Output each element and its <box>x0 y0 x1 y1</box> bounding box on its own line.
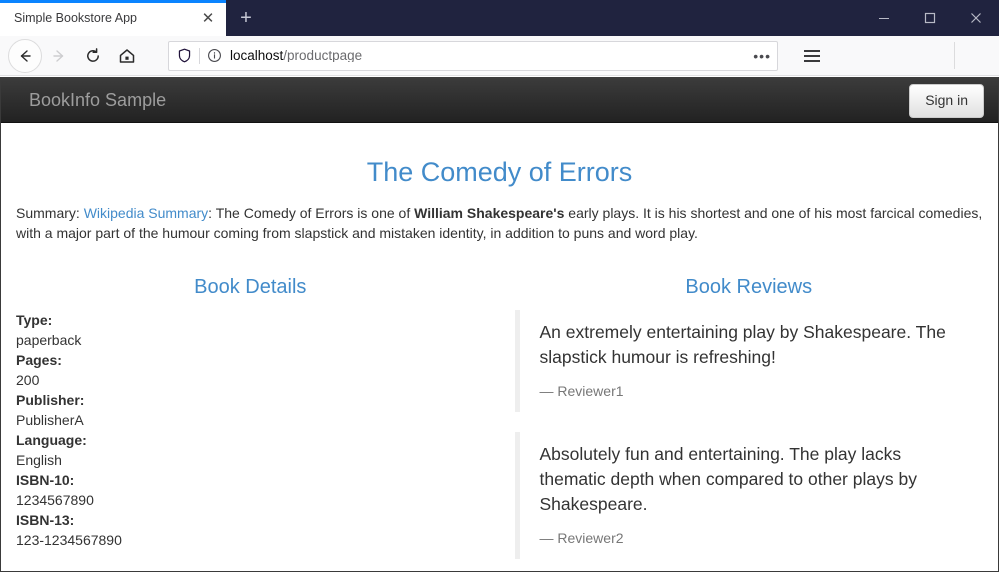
close-button[interactable] <box>953 0 999 36</box>
tab-close-icon[interactable]: ✕ <box>198 8 218 28</box>
detail-item-isbn13: ISBN-13: 123-1234567890 <box>16 510 485 550</box>
summary-after-link: : The Comedy of Errors is one of <box>208 204 415 221</box>
page-actions-button[interactable]: ••• <box>747 49 771 63</box>
detail-value: English <box>16 451 62 468</box>
minimize-button[interactable] <box>861 0 907 36</box>
close-icon <box>971 13 981 23</box>
hamburger-line <box>804 59 820 62</box>
book-reviews-column: Book Reviews An extremely entertaining p… <box>500 275 984 571</box>
back-arrow-icon <box>20 49 31 62</box>
detail-key: Pages: <box>16 351 62 368</box>
forward-arrow-icon <box>53 49 64 62</box>
detail-key: ISBN-10: <box>16 471 75 488</box>
summary-author-name: William Shakespeare's <box>414 204 565 221</box>
tab-title: Simple Bookstore App <box>14 11 137 25</box>
site-information-icon[interactable] <box>200 48 230 63</box>
site-navbar: BookInfo Sample Sign in <box>1 77 998 123</box>
application-menu-button[interactable] <box>794 39 830 73</box>
detail-item-language: Language: English <box>16 430 485 470</box>
review-author: — Reviewer1 <box>539 382 624 399</box>
review-author: — Reviewer2 <box>539 529 624 546</box>
review-text: An extremely entertaining play by Shakes… <box>539 321 946 367</box>
url-bar[interactable]: localhost/productpage ••• <box>168 40 778 71</box>
detail-value: 123-1234567890 <box>16 531 122 548</box>
detail-item-isbn10: ISBN-10: 1234567890 <box>16 470 485 510</box>
browser-titlebar: Simple Bookstore App ✕ + <box>0 0 999 36</box>
book-reviews-heading: Book Reviews <box>685 275 813 298</box>
book-details-list: Type: paperback Pages: 200 Publisher: Pu… <box>16 310 485 550</box>
window-controls <box>861 0 999 36</box>
wikipedia-summary-link[interactable]: Wikipedia Summary <box>84 205 208 221</box>
review-text: Absolutely fun and entertaining. The pla… <box>539 443 917 514</box>
tracking-protection-shield-icon[interactable] <box>177 48 199 63</box>
content-columns: Book Details Type: paperback Pages: 200 … <box>16 275 984 571</box>
page-content: The Comedy of Errors Summary: Wikipedia … <box>1 157 998 571</box>
tab-strip: Simple Bookstore App ✕ + <box>0 0 861 36</box>
book-details-column: Book Details Type: paperback Pages: 200 … <box>16 275 500 571</box>
detail-item-publisher: Publisher: PublisherA <box>16 390 485 430</box>
url-path: /productpage <box>283 48 363 63</box>
detail-item-pages: Pages: 200 <box>16 350 485 390</box>
detail-value: 200 <box>16 371 40 388</box>
page-viewport: BookInfo Sample Sign in The Comedy of Er… <box>0 77 999 572</box>
url-host: localhost <box>230 48 284 63</box>
detail-key: Publisher: <box>16 391 85 408</box>
review-item: Absolutely fun and entertaining. The pla… <box>514 431 984 559</box>
detail-value: PublisherA <box>16 411 84 428</box>
toolbar-divider <box>954 42 955 69</box>
detail-key: ISBN-13: <box>16 511 75 528</box>
review-item: An extremely entertaining play by Shakes… <box>514 309 984 412</box>
book-details-heading: Book Details <box>194 275 307 298</box>
maximize-icon <box>924 12 936 24</box>
detail-item-type: Type: paperback <box>16 310 485 350</box>
browser-window: Simple Bookstore App ✕ + localhost/produ… <box>0 0 999 572</box>
detail-key: Language: <box>16 431 87 448</box>
back-button[interactable] <box>8 38 42 73</box>
browser-tab-active[interactable]: Simple Bookstore App ✕ <box>0 0 226 36</box>
new-tab-button[interactable]: + <box>226 0 266 36</box>
home-icon <box>119 48 135 63</box>
book-summary: Summary: Wikipedia Summary: The Comedy o… <box>16 204 983 244</box>
forward-button <box>42 39 76 73</box>
detail-value: 1234567890 <box>16 491 94 508</box>
detail-key: Type: <box>16 311 53 328</box>
site-brand[interactable]: BookInfo Sample <box>17 91 166 109</box>
hamburger-line <box>804 49 820 52</box>
page-title: The Comedy of Errors <box>366 157 633 187</box>
hamburger-line <box>804 54 820 57</box>
reload-button[interactable] <box>76 39 110 73</box>
browser-toolbar: localhost/productpage ••• <box>0 36 999 76</box>
url-text[interactable]: localhost/productpage <box>230 49 747 63</box>
sign-in-button[interactable]: Sign in <box>909 84 984 118</box>
detail-value: paperback <box>16 331 82 348</box>
summary-prefix: Summary: <box>16 204 84 221</box>
maximize-button[interactable] <box>907 0 953 36</box>
home-button[interactable] <box>110 39 144 73</box>
minimize-icon <box>879 18 889 19</box>
reload-icon <box>87 47 99 62</box>
